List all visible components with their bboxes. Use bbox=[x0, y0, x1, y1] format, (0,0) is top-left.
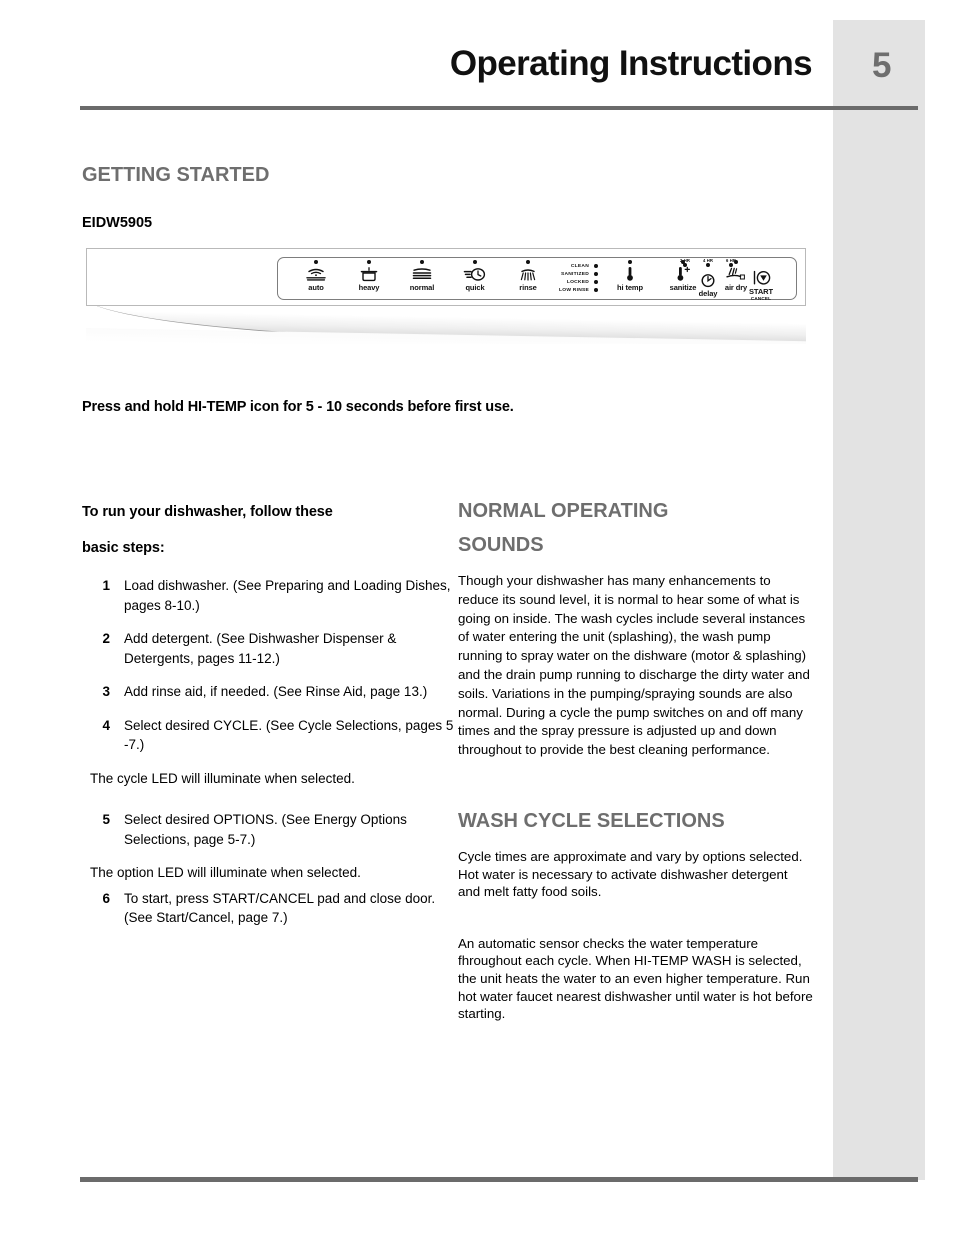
pad-label-normal: normal bbox=[409, 283, 435, 292]
pad-label-auto: auto bbox=[308, 283, 324, 292]
status-label-clean: CLEAN bbox=[570, 263, 589, 269]
pad-auto[interactable]: auto bbox=[288, 260, 344, 292]
header-divider bbox=[80, 106, 918, 110]
step-text-2: Add detergent. (See Dishwasher Dispenser… bbox=[124, 631, 397, 666]
status-row-sanitized: SANITIZED bbox=[506, 270, 598, 278]
pad-delay[interactable]: delay bbox=[680, 272, 736, 298]
start-cancel-icon bbox=[733, 270, 789, 286]
basic-steps-list: 1 Load dishwasher. (See Preparing and Lo… bbox=[82, 576, 454, 928]
pad-label-start: START bbox=[749, 287, 773, 296]
led-locked bbox=[594, 280, 598, 284]
led-sanitized bbox=[594, 272, 598, 276]
delay-hour-6-label: 6 HR bbox=[726, 258, 736, 263]
pad-hi-temp[interactable]: hi temp bbox=[602, 260, 658, 292]
thermometer-icon bbox=[602, 266, 658, 282]
led-auto bbox=[314, 260, 318, 264]
step-text-4: Select desired CYCLE. (See Cycle Selecti… bbox=[124, 717, 454, 753]
heading-getting-started: GETTING STARTED bbox=[82, 164, 270, 186]
basic-steps-lead-line2: basic steps: bbox=[82, 540, 165, 556]
step-number-3: 3 bbox=[102, 684, 110, 699]
led-hi-temp bbox=[628, 260, 632, 264]
status-label-locked: LOCKED bbox=[566, 279, 589, 285]
step-text-1: Load dishwasher. (See Preparing and Load… bbox=[124, 578, 451, 613]
pad-label-quick: quick bbox=[465, 283, 485, 292]
status-label-sanitized: SANITIZED bbox=[560, 271, 589, 277]
page-side-tab bbox=[833, 20, 925, 1180]
auto-wash-icon bbox=[288, 266, 344, 282]
pad-label-cancel: CANCEL bbox=[750, 296, 772, 301]
step-text-5: Select desired OPTIONS. (See Energy Opti… bbox=[124, 812, 407, 847]
led-delay-2hr bbox=[683, 263, 687, 267]
dishwasher-face-plate: auto heavy normal quick rinse CLEAN SANI… bbox=[86, 248, 806, 306]
pad-label-hi-temp: hi temp bbox=[617, 283, 643, 292]
wash-cycle-paragraph-2: An automatic sensor checks the water tem… bbox=[458, 935, 813, 1022]
status-row-low-rinse: LOW RINSE bbox=[506, 286, 598, 294]
quick-clock-icon bbox=[447, 266, 503, 282]
dishwasher-control-panel-illustration: auto heavy normal quick rinse CLEAN SANI… bbox=[86, 248, 808, 344]
step-item-3: 3 Add rinse aid, if needed. (See Rinse A… bbox=[82, 682, 454, 702]
pad-heavy[interactable]: heavy bbox=[341, 260, 397, 292]
step-number-1: 1 bbox=[102, 578, 110, 593]
status-label-low-rinse: LOW RINSE bbox=[559, 287, 589, 293]
normal-sounds-paragraph: Though your dishwasher has many enhancem… bbox=[458, 573, 810, 758]
delay-hour-2: 2 HR bbox=[676, 258, 694, 267]
delay-clock-icon bbox=[680, 272, 736, 288]
heading-wash-cycle-selections: WASH CYCLE SELECTIONS bbox=[458, 809, 725, 832]
led-delay-6hr bbox=[729, 263, 733, 267]
right-column: NORMAL OPERATING SOUNDS Though your dish… bbox=[458, 494, 813, 1023]
led-quick bbox=[473, 260, 477, 264]
page-canvas: Operating Instructions 5 GETTING STARTED… bbox=[0, 0, 954, 1235]
delay-hour-leds: 2 HR 4 HR 6 HR bbox=[676, 258, 740, 267]
led-heavy bbox=[367, 260, 371, 264]
page-header: Operating Instructions bbox=[80, 44, 835, 106]
heading-normal-operating-sounds-line2: SOUNDS bbox=[458, 534, 544, 556]
left-column: To run your dishwasher, follow these bas… bbox=[82, 494, 454, 942]
normal-plates-icon bbox=[394, 266, 450, 282]
step-number-2: 2 bbox=[102, 631, 110, 646]
step-number-6: 6 bbox=[102, 890, 110, 906]
step-item-5: 5 Select desired OPTIONS. (See Energy Op… bbox=[82, 810, 454, 849]
page-number: 5 bbox=[872, 46, 892, 85]
dishwasher-door-edge bbox=[86, 306, 806, 344]
led-normal bbox=[420, 260, 424, 264]
first-use-notice: Press and hold HI-TEMP icon for 5 - 10 s… bbox=[82, 399, 514, 415]
heavy-pot-icon bbox=[341, 266, 397, 282]
cycle-led-note: The cycle LED will illuminate when selec… bbox=[90, 770, 355, 786]
led-clean bbox=[594, 264, 598, 268]
pad-label-delay: delay bbox=[698, 289, 718, 298]
pad-label-heavy: heavy bbox=[358, 283, 380, 292]
led-delay-4hr bbox=[706, 263, 710, 267]
pad-quick[interactable]: quick bbox=[447, 260, 503, 292]
step-text-6: To start, press START/CANCEL pad and clo… bbox=[124, 890, 436, 926]
heading-normal-operating-sounds-line1: NORMAL OPERATING bbox=[458, 500, 669, 522]
step-item-1: 1 Load dishwasher. (See Preparing and Lo… bbox=[82, 576, 454, 615]
step-item-2: 2 Add detergent. (See Dishwasher Dispens… bbox=[82, 629, 454, 668]
step-number-5: 5 bbox=[102, 812, 110, 827]
status-led-block: CLEAN SANITIZED LOCKED LOW RINSE bbox=[506, 262, 598, 294]
step-item-4: 4 Select desired CYCLE. (See Cycle Selec… bbox=[82, 716, 454, 755]
page-title: Operating Instructions bbox=[449, 44, 813, 83]
delay-hour-6: 6 HR bbox=[722, 258, 740, 267]
status-row-locked: LOCKED bbox=[506, 278, 598, 286]
pad-normal[interactable]: normal bbox=[394, 260, 450, 292]
step-item-6: 6 To start, press START/CANCEL pad and c… bbox=[82, 889, 454, 928]
status-row-clean: CLEAN bbox=[506, 262, 598, 270]
control-strip: auto heavy normal quick rinse CLEAN SANI… bbox=[277, 257, 797, 301]
led-low-rinse bbox=[594, 288, 598, 292]
basic-steps-lead-line1: To run your dishwasher, follow these bbox=[82, 504, 333, 520]
wash-cycle-paragraph-1: Cycle times are approximate and vary by … bbox=[458, 848, 803, 900]
step-text-3: Add rinse aid, if needed. (See Rinse Aid… bbox=[124, 684, 428, 699]
delay-hour-4: 4 HR bbox=[699, 258, 717, 267]
model-number-label: EIDW5905 bbox=[82, 215, 153, 231]
pad-start-cancel[interactable]: START CANCEL bbox=[733, 270, 789, 301]
delay-hour-4-label: 4 HR bbox=[703, 258, 713, 263]
delay-hour-2-label: 2 HR bbox=[680, 258, 690, 263]
step-number-4: 4 bbox=[102, 717, 110, 733]
option-led-note: The option LED will illuminate when sele… bbox=[90, 865, 361, 880]
footer-divider bbox=[80, 1177, 918, 1182]
